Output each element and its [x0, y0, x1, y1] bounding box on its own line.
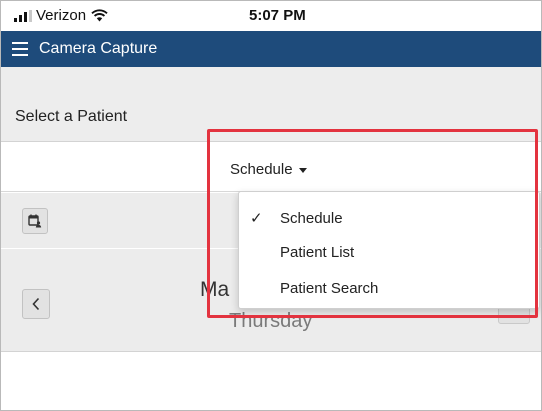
- checkmark-icon: ✓: [250, 210, 263, 227]
- menu-item-patient-list[interactable]: Patient List: [239, 238, 539, 268]
- caret-down-icon: [298, 168, 307, 173]
- status-time: 5:07 PM: [249, 7, 306, 24]
- calendar-user-icon: [28, 214, 42, 228]
- previous-day-button[interactable]: [22, 289, 50, 319]
- chevron-left-icon: [32, 297, 40, 311]
- menu-item-label: Patient Search: [280, 280, 379, 297]
- page-header: Select a Patient: [1, 67, 541, 142]
- menu-item-label: Patient List: [280, 244, 355, 261]
- status-bar: Verizon 5:07 PM: [1, 1, 541, 31]
- hamburger-menu-icon[interactable]: [12, 42, 28, 56]
- menu-item-patient-search[interactable]: Patient Search: [239, 274, 539, 304]
- view-selector-menu: ✓ Schedule Patient List Patient Search: [238, 191, 540, 309]
- wifi-icon: [91, 9, 108, 22]
- screen: Verizon 5:07 PM Camera Capture Select a …: [0, 0, 542, 411]
- view-selector-value: Schedule: [230, 161, 293, 178]
- view-selector-row: Schedule: [1, 142, 541, 192]
- calendar-patients-button[interactable]: [22, 208, 48, 234]
- carrier-name: Verizon: [36, 7, 87, 24]
- signal-strength-icon: [14, 9, 32, 22]
- current-weekday: Thursday: [229, 310, 313, 332]
- carrier-info: Verizon: [14, 7, 108, 24]
- menu-item-schedule[interactable]: ✓ Schedule: [239, 204, 539, 234]
- app-title: Camera Capture: [39, 40, 158, 57]
- page-title: Select a Patient: [15, 108, 128, 125]
- menu-item-label: Schedule: [280, 210, 343, 227]
- current-date: Ma: [200, 278, 230, 301]
- view-selector-dropdown[interactable]: Schedule: [230, 161, 307, 178]
- app-bar: Camera Capture: [1, 31, 541, 67]
